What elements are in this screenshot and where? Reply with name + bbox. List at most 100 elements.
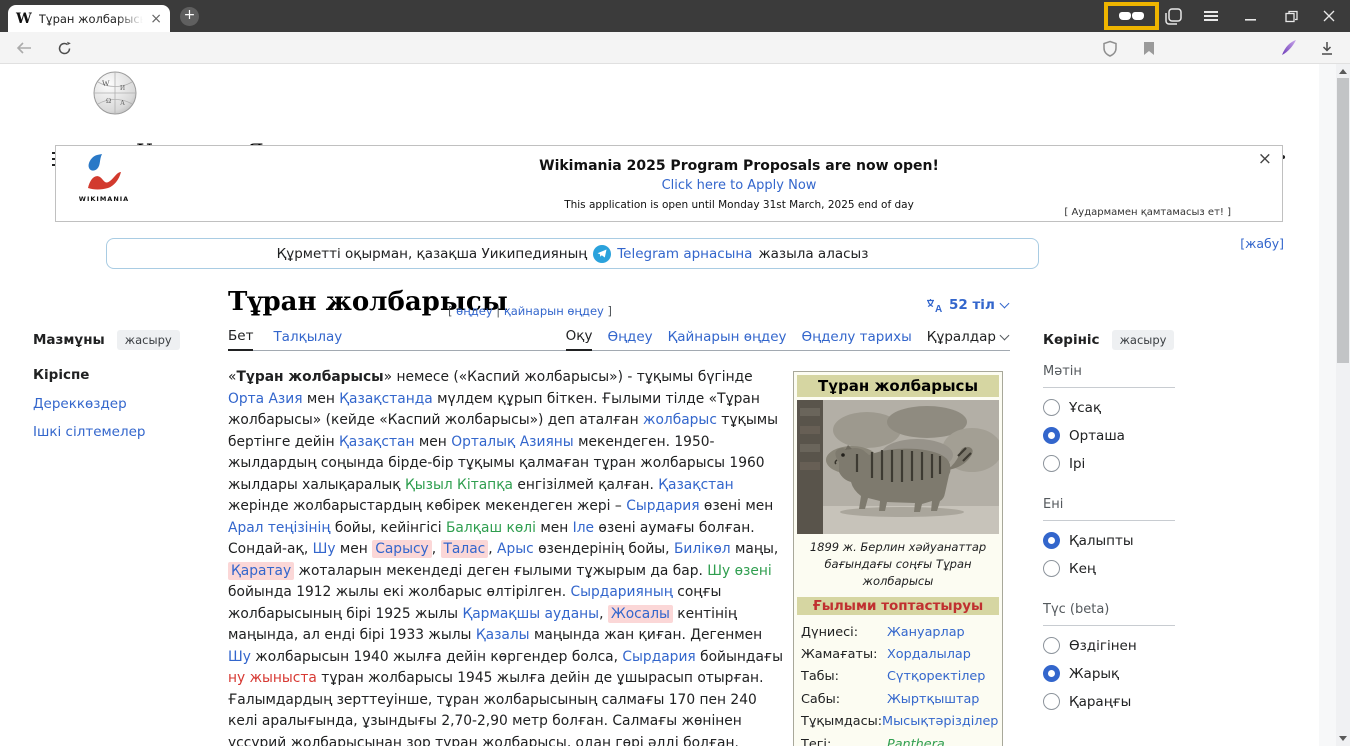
toc-item[interactable]: Ішкі сілтемелер bbox=[33, 424, 203, 440]
banner-apply-link[interactable]: Click here to Apply Now bbox=[206, 178, 1272, 193]
radio-option-Қараңғы[interactable]: Қараңғы bbox=[1043, 693, 1175, 710]
tab-Өңделу тарихы[interactable]: Өңделу тарихы bbox=[802, 328, 912, 351]
tab-Бет[interactable]: Бет bbox=[228, 328, 253, 351]
taxo-value[interactable]: Сүтқоректілер bbox=[887, 669, 985, 684]
highlighted-article-link[interactable]: Талас bbox=[441, 540, 489, 558]
article-link[interactable]: Қазақстанда bbox=[339, 391, 432, 407]
radio-label: Ірі bbox=[1069, 456, 1085, 472]
window-close-button[interactable] bbox=[1316, 0, 1342, 32]
article-link[interactable]: ну жыныста bbox=[228, 670, 317, 686]
scrollbar-down-arrow[interactable] bbox=[1339, 736, 1347, 741]
tab-Оқу[interactable]: Оқу bbox=[566, 328, 593, 351]
radio-option-Ірі[interactable]: Ірі bbox=[1043, 455, 1175, 472]
radio-button[interactable] bbox=[1043, 665, 1060, 682]
radio-button[interactable] bbox=[1043, 532, 1060, 549]
toc-item[interactable]: Кіріспе bbox=[33, 367, 203, 383]
article-link[interactable]: Қазақстан bbox=[339, 434, 414, 450]
radio-button[interactable] bbox=[1043, 637, 1060, 654]
taxobox-section-header: Ғылыми топтастыруы bbox=[797, 597, 999, 615]
telegram-channel-link[interactable]: Telegram арнасына bbox=[617, 246, 752, 262]
article-link[interactable]: Қазақстан bbox=[658, 477, 733, 493]
tab-close-icon[interactable]: × bbox=[150, 11, 162, 27]
incognito-glasses-icon[interactable] bbox=[1119, 12, 1144, 20]
article-link[interactable]: Шу bbox=[313, 541, 336, 557]
banner-dismiss-link[interactable]: [жабу] bbox=[1240, 236, 1284, 251]
tab-panel-icon[interactable] bbox=[1160, 0, 1186, 32]
article-link[interactable]: Сырдария bbox=[622, 649, 695, 665]
edit-link[interactable]: өңдеу bbox=[456, 304, 492, 318]
toc-hide-button[interactable]: жасыру bbox=[117, 330, 180, 350]
article-link[interactable]: Билікөл bbox=[674, 541, 731, 557]
radio-option-Орташа[interactable]: Орташа bbox=[1043, 427, 1175, 444]
back-icon[interactable] bbox=[10, 32, 38, 64]
tiger-photo[interactable] bbox=[797, 400, 999, 534]
yandex-pen-icon[interactable] bbox=[1276, 32, 1302, 64]
taxobox-row: Сабы:Жыртқыштар bbox=[801, 688, 997, 710]
taxo-value[interactable]: Жануарлар bbox=[887, 625, 965, 640]
wikipedia-globe-logo[interactable]: W И Ω А bbox=[92, 70, 138, 116]
banner-close-icon[interactable]: × bbox=[1258, 149, 1272, 169]
taxo-value[interactable]: Мысықтәрізділер bbox=[882, 714, 998, 729]
appearance-section-label: Ені bbox=[1043, 483, 1175, 521]
toc-item[interactable]: Дереккөздер bbox=[33, 396, 203, 412]
chevron-down-icon bbox=[999, 298, 1009, 308]
article-link[interactable]: Шу bbox=[228, 649, 251, 665]
tab-Қайнарын өңдеу[interactable]: Қайнарын өңдеу bbox=[668, 328, 787, 351]
minimize-button[interactable] bbox=[1238, 0, 1264, 32]
radio-button[interactable] bbox=[1043, 693, 1060, 710]
protect-shield-icon[interactable] bbox=[1098, 32, 1122, 64]
wikimania-banner[interactable]: WIKIMANIA Wikimania 2025 Program Proposa… bbox=[55, 145, 1283, 222]
appearance-hide-button[interactable]: жасыру bbox=[1112, 330, 1175, 350]
radio-label: Орташа bbox=[1069, 428, 1125, 444]
article-link[interactable]: Орта Азия bbox=[228, 391, 303, 407]
article-link[interactable]: Қазалы bbox=[476, 627, 530, 643]
article-link[interactable]: Орталық Азияны bbox=[451, 434, 574, 450]
tab-Талқылау[interactable]: Талқылау bbox=[273, 328, 342, 351]
radio-option-Кең[interactable]: Кең bbox=[1043, 560, 1175, 577]
radio-button[interactable] bbox=[1043, 455, 1060, 472]
radio-button[interactable] bbox=[1043, 427, 1060, 444]
taxobox-row: Жамағаты:Хордалылар bbox=[801, 643, 997, 665]
radio-option-Қалыпты[interactable]: Қалыпты bbox=[1043, 532, 1175, 549]
article-link[interactable]: Іле bbox=[573, 520, 594, 536]
article-link[interactable]: Сырдария bbox=[626, 498, 699, 514]
browser-tab[interactable]: W Тұран жолбарысы — У × bbox=[8, 5, 170, 32]
highlighted-article-link[interactable]: Қаратау bbox=[228, 562, 294, 580]
radio-button[interactable] bbox=[1043, 399, 1060, 416]
taxobox-title: Тұран жолбарысы bbox=[797, 375, 999, 397]
tab-Құралдар[interactable]: Құралдар bbox=[927, 328, 1008, 351]
radio-option-Өздігінен[interactable]: Өздігінен bbox=[1043, 637, 1175, 654]
article-link[interactable]: жолбарыс bbox=[643, 412, 717, 428]
taxo-label: Сабы: bbox=[801, 692, 887, 707]
maximize-button[interactable] bbox=[1278, 0, 1304, 32]
radio-button[interactable] bbox=[1043, 560, 1060, 577]
tab-Өңдеу[interactable]: Өңдеу bbox=[607, 328, 652, 351]
scrollbar-up-arrow[interactable] bbox=[1339, 69, 1347, 74]
radio-option-Жарық[interactable]: Жарық bbox=[1043, 665, 1175, 682]
article-link[interactable]: Сырдарияның bbox=[571, 584, 673, 600]
browser-menu-icon[interactable] bbox=[1198, 0, 1224, 32]
bookmark-icon[interactable] bbox=[1138, 32, 1160, 64]
banner-translate-note[interactable]: [ Аудармамен қамтамасыз ет! ] bbox=[1064, 207, 1231, 218]
svg-text:И: И bbox=[120, 84, 125, 92]
highlighted-article-link[interactable]: Жосалы bbox=[608, 605, 673, 623]
article-link[interactable]: Арыс bbox=[497, 541, 534, 557]
highlighted-article-link[interactable]: Сарысу bbox=[372, 540, 432, 558]
new-tab-button[interactable]: + bbox=[180, 7, 199, 26]
article-link[interactable]: Шу өзені bbox=[707, 563, 771, 579]
vertical-scrollbar[interactable] bbox=[1336, 64, 1350, 746]
article-link[interactable]: Арал теңізінің bbox=[228, 520, 330, 536]
article-link[interactable]: Қармақшы ауданы bbox=[462, 606, 599, 622]
edit-source-link[interactable]: қайнарын өңдеу bbox=[504, 304, 604, 318]
downloads-icon[interactable] bbox=[1314, 32, 1340, 64]
reload-icon[interactable] bbox=[50, 32, 78, 64]
taxo-value[interactable]: Жыртқыштар bbox=[887, 692, 979, 707]
article-link[interactable]: Қызыл Кітапқа bbox=[405, 477, 513, 493]
taxo-value[interactable]: Хордалылар bbox=[887, 647, 971, 662]
scrollbar-thumb[interactable] bbox=[1337, 78, 1349, 363]
article-link[interactable]: Балқаш көлі bbox=[446, 520, 536, 536]
telegram-banner: Құрметті оқырман, қазақша Уикипедияның T… bbox=[106, 238, 1039, 269]
radio-option-Ұсақ[interactable]: Ұсақ bbox=[1043, 399, 1175, 416]
language-selector[interactable]: A 52 тіл bbox=[926, 297, 1008, 313]
telegram-text-before: Құрметті оқырман, қазақша Уикипедияның bbox=[277, 246, 588, 262]
